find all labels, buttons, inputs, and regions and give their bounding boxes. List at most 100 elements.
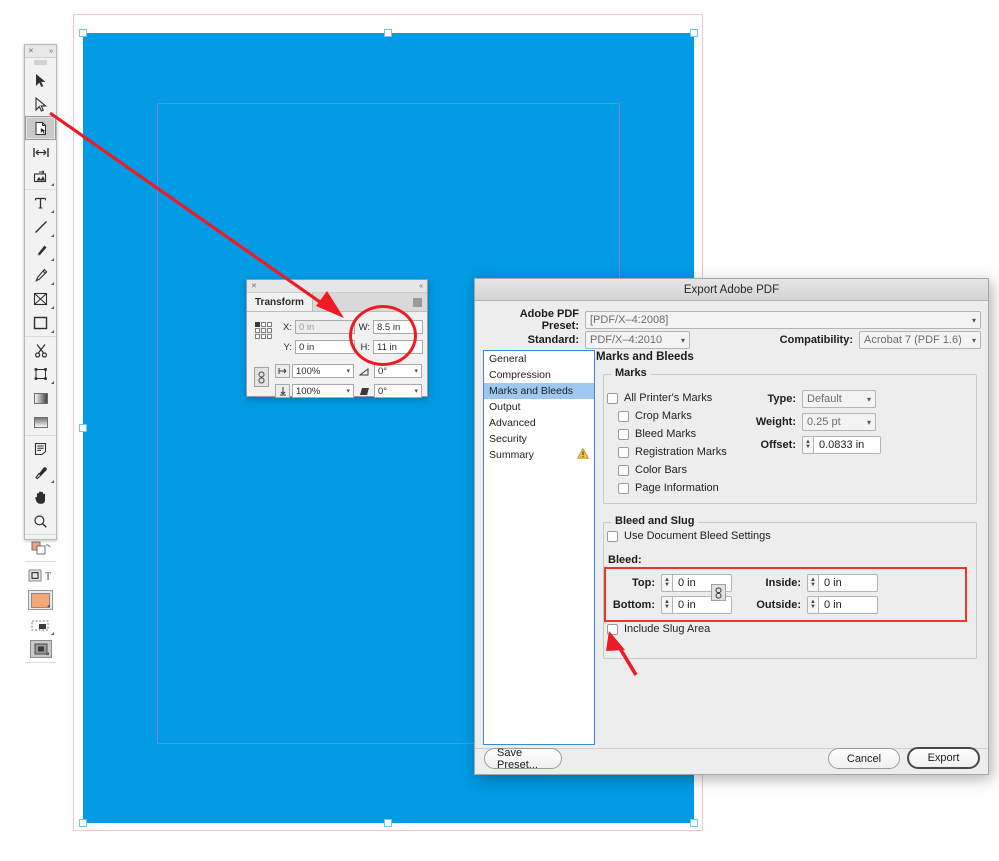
checkbox-registration-marks[interactable]: Registration Marks bbox=[618, 446, 727, 458]
selection-handle-bottom-left[interactable] bbox=[79, 819, 87, 827]
checkbox-bleed-marks[interactable]: Bleed Marks bbox=[618, 428, 696, 440]
page-tool[interactable] bbox=[25, 116, 56, 140]
pen-tool[interactable] bbox=[25, 239, 56, 263]
collapse-icon[interactable]: « bbox=[419, 283, 423, 290]
offset-stepper-field[interactable]: ▲ ▼ 0.0833 in bbox=[802, 436, 881, 454]
selection-tool[interactable] bbox=[25, 68, 56, 92]
checkbox-box[interactable] bbox=[607, 392, 618, 404]
checkbox-crop-marks[interactable]: Crop Marks bbox=[618, 410, 692, 422]
close-icon[interactable]: ✕ bbox=[28, 48, 34, 55]
export-adobe-pdf-dialog[interactable]: Export Adobe PDF Adobe PDF Preset: [PDF/… bbox=[474, 278, 989, 775]
nav-item-general[interactable]: General bbox=[484, 351, 594, 367]
ref-point-top-center[interactable] bbox=[261, 322, 266, 327]
x-input[interactable]: 0 in bbox=[295, 320, 355, 334]
checkbox-box[interactable] bbox=[618, 410, 629, 422]
scale-y-select[interactable]: 100% ▾ bbox=[292, 384, 354, 398]
checkbox-box[interactable] bbox=[618, 428, 629, 440]
formatting-affects-container-button[interactable]: T bbox=[25, 563, 56, 587]
checkbox-color-bars[interactable]: Color Bars bbox=[618, 464, 687, 476]
content-collector-tool[interactable] bbox=[25, 164, 56, 188]
ref-point-middle-left[interactable] bbox=[255, 328, 260, 333]
tab-transform[interactable]: Transform bbox=[247, 293, 313, 311]
export-button[interactable]: Export bbox=[907, 747, 980, 769]
screen-mode-button[interactable] bbox=[25, 613, 56, 637]
checkbox-use-document-bleed-settings[interactable]: Use Document Bleed Settings bbox=[607, 530, 771, 542]
tools-panel-titlebar[interactable]: ✕ » bbox=[25, 45, 56, 58]
type-combo[interactable]: Default ▾ bbox=[802, 390, 876, 408]
nav-item-advanced[interactable]: Advanced bbox=[484, 415, 594, 431]
selection-handle-bottom-right[interactable] bbox=[690, 819, 698, 827]
ref-point-center[interactable] bbox=[261, 328, 266, 333]
rectangle-tool[interactable] bbox=[25, 311, 56, 335]
fill-color-swatch[interactable] bbox=[25, 587, 56, 613]
checkbox-box[interactable] bbox=[618, 464, 629, 476]
nav-item-marks-and-bleeds[interactable]: Marks and Bleeds bbox=[484, 383, 594, 399]
selection-handle-middle-left[interactable] bbox=[79, 424, 87, 432]
fill-stroke-swatches[interactable] bbox=[25, 536, 56, 560]
h-input[interactable]: 11 in bbox=[373, 340, 423, 354]
eyedropper-tool[interactable] bbox=[25, 461, 56, 485]
checkbox-box[interactable] bbox=[607, 530, 618, 542]
close-icon[interactable]: ✕ bbox=[251, 282, 257, 290]
ref-point-bottom-center[interactable] bbox=[261, 334, 266, 339]
panel-menu-icon[interactable] bbox=[413, 297, 422, 307]
line-tool[interactable] bbox=[25, 215, 56, 239]
selection-handle-top-center[interactable] bbox=[384, 29, 392, 37]
stepper-arrows-icon[interactable]: ▲ ▼ bbox=[661, 574, 672, 592]
ref-point-bottom-left[interactable] bbox=[255, 334, 260, 339]
rotation-select[interactable]: 0° ▾ bbox=[374, 364, 422, 378]
gradient-swatch-tool[interactable] bbox=[25, 386, 56, 410]
offset-input[interactable]: 0.0833 in bbox=[813, 436, 881, 454]
w-input[interactable]: 8.5 in bbox=[373, 320, 423, 334]
transform-panel-tabrow[interactable]: Transform bbox=[247, 293, 427, 312]
nav-item-summary[interactable]: Summary bbox=[484, 447, 594, 463]
y-input[interactable]: 0 in bbox=[295, 340, 355, 354]
selection-handle-top-left[interactable] bbox=[79, 29, 87, 37]
compatibility-combo[interactable]: Acrobat 7 (PDF 1.6) ▾ bbox=[859, 331, 981, 349]
apply-mode-button[interactable] bbox=[25, 637, 56, 661]
ref-point-top-left[interactable] bbox=[255, 322, 260, 327]
checkbox-include-slug-area[interactable]: Include Slug Area bbox=[607, 623, 710, 635]
nav-item-output[interactable]: Output bbox=[484, 399, 594, 415]
selection-handle-top-right[interactable] bbox=[690, 29, 698, 37]
bleed-inside-input[interactable]: 0 in bbox=[818, 574, 878, 592]
gradient-feather-tool[interactable] bbox=[25, 410, 56, 434]
note-tool[interactable] bbox=[25, 437, 56, 461]
free-transform-tool[interactable] bbox=[25, 362, 56, 386]
scale-x-select[interactable]: 100% ▾ bbox=[292, 364, 354, 378]
reference-point-selector[interactable] bbox=[255, 322, 272, 339]
dialog-nav-list[interactable]: General Compression Marks and Bleeds Out… bbox=[483, 350, 595, 745]
constrain-proportions-button[interactable] bbox=[254, 367, 269, 387]
checkbox-box[interactable] bbox=[618, 482, 629, 494]
stepper-arrows-icon[interactable]: ▲ ▼ bbox=[661, 596, 672, 614]
weight-combo[interactable]: 0.25 pt ▾ bbox=[802, 413, 876, 431]
bleed-outside-input[interactable]: 0 in bbox=[818, 596, 878, 614]
tools-panel[interactable]: ✕ » T bbox=[24, 44, 57, 663]
checkbox-box[interactable] bbox=[618, 446, 629, 458]
nav-item-security[interactable]: Security bbox=[484, 431, 594, 447]
selection-handle-bottom-center[interactable] bbox=[384, 819, 392, 827]
stepper-arrows-icon[interactable]: ▲ ▼ bbox=[802, 436, 813, 454]
bleed-outside-field[interactable]: ▲ ▼ 0 in bbox=[807, 596, 878, 614]
ref-point-bottom-right[interactable] bbox=[267, 334, 272, 339]
expand-icon[interactable]: » bbox=[49, 48, 53, 55]
checkbox-box[interactable] bbox=[607, 623, 618, 635]
frame-tool[interactable] bbox=[25, 287, 56, 311]
pencil-tool[interactable] bbox=[25, 263, 56, 287]
bleed-inside-field[interactable]: ▲ ▼ 0 in bbox=[807, 574, 878, 592]
checkbox-all-printers-marks[interactable]: All Printer's Marks bbox=[607, 392, 712, 404]
scissors-tool[interactable] bbox=[25, 338, 56, 362]
stepper-arrows-icon[interactable]: ▲ ▼ bbox=[807, 596, 818, 614]
direct-selection-tool[interactable] bbox=[25, 92, 56, 116]
ref-point-middle-right[interactable] bbox=[267, 328, 272, 333]
save-preset-button[interactable]: Save Preset... bbox=[484, 747, 562, 771]
zoom-tool[interactable] bbox=[25, 509, 56, 533]
gap-tool[interactable] bbox=[25, 140, 56, 164]
hand-tool[interactable] bbox=[25, 485, 56, 509]
cancel-button[interactable]: Cancel bbox=[828, 748, 900, 769]
transform-panel[interactable]: ✕ « Transform X: 0 in Y: 0 in W: 8.5 in … bbox=[246, 279, 428, 398]
checkbox-page-information[interactable]: Page Information bbox=[618, 482, 719, 494]
preset-combo[interactable]: [PDF/X–4:2008] ▾ bbox=[585, 311, 981, 329]
type-tool[interactable] bbox=[25, 191, 56, 215]
transform-panel-titlebar[interactable]: ✕ « bbox=[247, 280, 427, 293]
